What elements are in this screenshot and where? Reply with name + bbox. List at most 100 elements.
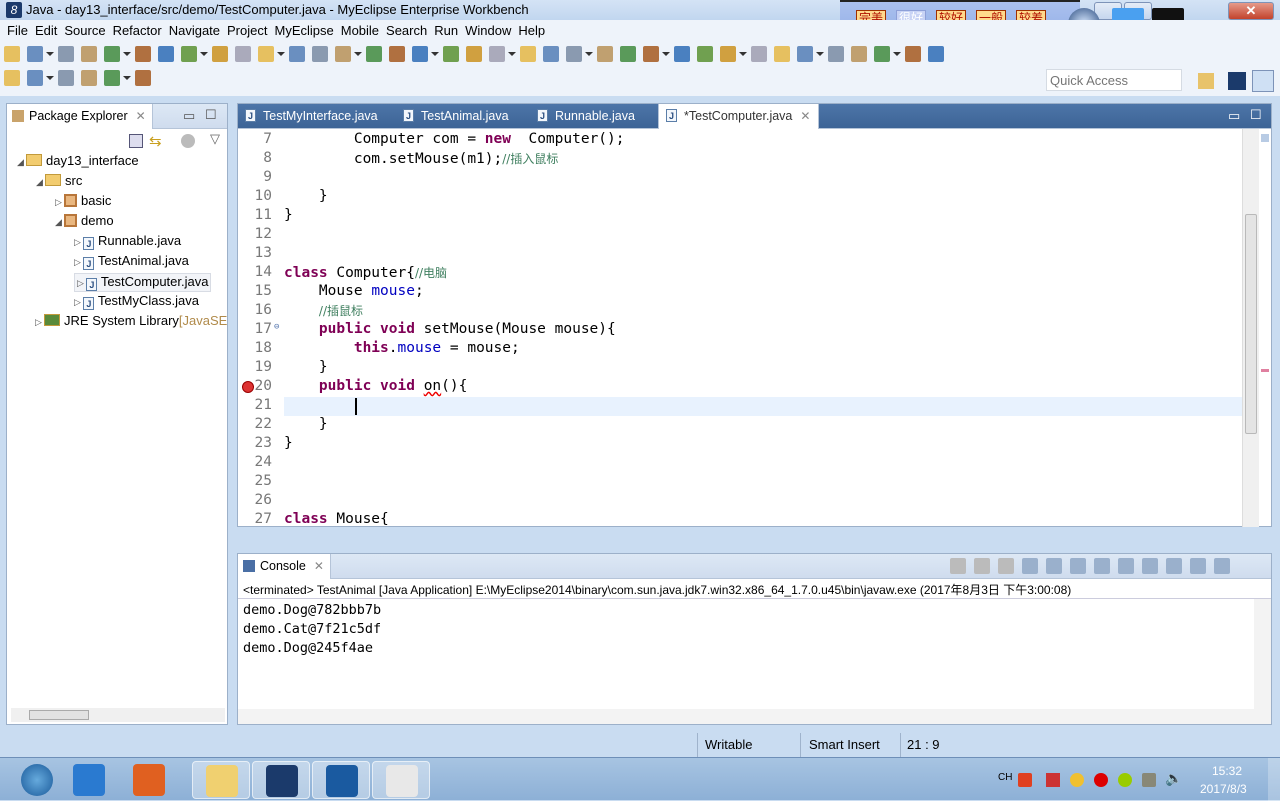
- network-icon[interactable]: [1142, 773, 1156, 787]
- taskbar-internet-explorer[interactable]: [60, 761, 118, 799]
- dropdown-arrow-icon[interactable]: [739, 52, 747, 56]
- java-perspective-icon[interactable]: [1252, 70, 1274, 92]
- back-icon[interactable]: [81, 70, 97, 86]
- history-icon[interactable]: [751, 46, 767, 62]
- forward-icon[interactable]: [905, 46, 921, 62]
- dropdown-arrow-icon[interactable]: [354, 52, 362, 56]
- dropdown-arrow-icon[interactable]: [816, 52, 824, 56]
- new-web-project-icon[interactable]: [135, 46, 151, 62]
- editor-tab[interactable]: J TestMyInterface.java: [238, 104, 386, 129]
- mobile-debug-icon[interactable]: [181, 46, 197, 62]
- maximize-editor-icon[interactable]: ☐: [1250, 107, 1262, 123]
- collapsed-arrow-icon[interactable]: ▷: [35, 317, 44, 327]
- close-tab-icon[interactable]: ✕: [800, 109, 810, 123]
- collapsed-arrow-icon[interactable]: ▷: [55, 197, 64, 207]
- deploy-icon[interactable]: [258, 46, 274, 62]
- forward-icon[interactable]: [104, 70, 120, 86]
- menu-edit[interactable]: Edit: [35, 20, 57, 38]
- tree-item-java[interactable]: ▷ J TestComputer.java: [74, 273, 212, 292]
- block-icon[interactable]: [828, 46, 844, 62]
- menu-run[interactable]: Run: [434, 20, 458, 38]
- dropdown-arrow-icon[interactable]: [585, 52, 593, 56]
- maximize-view-icon[interactable]: [135, 70, 151, 86]
- debug-icon[interactable]: [520, 46, 536, 62]
- show-on-stderr-icon[interactable]: [1094, 558, 1110, 574]
- clock-date[interactable]: 2017/8/3: [1200, 782, 1247, 796]
- db-connect-icon[interactable]: [412, 46, 428, 62]
- menu-project[interactable]: Project: [227, 20, 267, 38]
- collapsed-arrow-icon[interactable]: ▷: [74, 237, 83, 247]
- expanded-arrow-icon[interactable]: ◢: [36, 177, 45, 187]
- tree-item-java[interactable]: ▷ J TestAnimal.java: [74, 253, 189, 270]
- back-icon[interactable]: [874, 46, 890, 62]
- minimize-view-icon[interactable]: [1190, 558, 1206, 574]
- horizontal-scrollbar[interactable]: [11, 708, 225, 722]
- security-icon[interactable]: [1118, 773, 1132, 787]
- menu-source[interactable]: Source: [64, 20, 105, 38]
- open-type-icon[interactable]: [720, 46, 736, 62]
- myeclipse-perspective-icon[interactable]: [1228, 72, 1246, 90]
- collapsed-arrow-icon[interactable]: ▷: [74, 297, 83, 307]
- new-icon[interactable]: [4, 46, 20, 62]
- last-edit-icon[interactable]: [58, 70, 74, 86]
- save-icon[interactable]: [58, 46, 74, 62]
- scrollbar-thumb[interactable]: [29, 710, 89, 720]
- tree-item-java[interactable]: ▷ J TestMyClass.java: [74, 293, 199, 310]
- console-vertical-scrollbar[interactable]: [1254, 599, 1271, 709]
- display-console-icon[interactable]: [1142, 558, 1158, 574]
- menu-window[interactable]: Window: [465, 20, 511, 38]
- console-output[interactable]: demo.Dog@782bbb7b demo.Cat@7f21c5df demo.D…: [238, 598, 1253, 708]
- editor-vertical-scrollbar[interactable]: [1242, 129, 1259, 527]
- word-wrap-icon[interactable]: [1046, 558, 1062, 574]
- open-folder-icon[interactable]: [643, 46, 659, 62]
- show-desktop-button[interactable]: [1268, 758, 1280, 801]
- fold-toggle-icon[interactable]: ⊖: [274, 322, 279, 332]
- remove-launch-icon[interactable]: [974, 558, 990, 574]
- dropdown-arrow-icon[interactable]: [46, 52, 54, 56]
- overview-error-marker[interactable]: [1261, 369, 1269, 372]
- volume-icon[interactable]: 🔈: [1165, 770, 1182, 787]
- collapsed-arrow-icon[interactable]: ▷: [74, 257, 83, 267]
- tab-console[interactable]: Console ✕: [238, 554, 331, 579]
- taskbar-file-explorer[interactable]: [192, 761, 250, 799]
- tray-app-icon[interactable]: [1046, 773, 1060, 787]
- show-on-stdout-icon[interactable]: [1070, 558, 1086, 574]
- pen-icon[interactable]: [674, 46, 690, 62]
- gear-icon[interactable]: [466, 46, 482, 62]
- editor-tab[interactable]: J TestAnimal.java: [396, 104, 517, 129]
- terminate-icon[interactable]: [950, 558, 966, 574]
- run-icon[interactable]: [543, 46, 559, 62]
- next-annotation-icon[interactable]: [4, 70, 20, 86]
- tree-item-package[interactable]: ◢ demo: [55, 213, 114, 228]
- menu-myeclipse[interactable]: MyEclipse: [274, 20, 333, 38]
- menu-search[interactable]: Search: [386, 20, 427, 38]
- taskbar-mp-player[interactable]: [312, 761, 370, 799]
- web-service-icon[interactable]: [235, 46, 251, 62]
- dropdown-arrow-icon[interactable]: [46, 76, 54, 80]
- db-icon[interactable]: [389, 46, 405, 62]
- expanded-arrow-icon[interactable]: ◢: [17, 157, 26, 167]
- save-all-icon[interactable]: [81, 46, 97, 62]
- build-icon[interactable]: [212, 46, 228, 62]
- menu-mobile[interactable]: Mobile: [341, 20, 379, 38]
- report-icon[interactable]: [443, 46, 459, 62]
- dropdown-arrow-icon[interactable]: [123, 52, 131, 56]
- quick-access-input[interactable]: [1046, 69, 1182, 91]
- open-project-icon[interactable]: [697, 46, 713, 62]
- tree-item-java[interactable]: ▷ J Runnable.java: [74, 233, 181, 250]
- tree-item-folder[interactable]: ◢ src: [36, 173, 82, 188]
- taskbar-pdf-reader[interactable]: [120, 761, 178, 799]
- scrollbar-thumb[interactable]: [1245, 214, 1257, 434]
- server-icon[interactable]: [289, 46, 305, 62]
- browser-icon[interactable]: [366, 46, 382, 62]
- weather-icon[interactable]: [1070, 773, 1084, 787]
- scroll-lock-icon[interactable]: [1022, 558, 1038, 574]
- remove-all-icon[interactable]: [998, 558, 1014, 574]
- editor-tab[interactable]: J Runnable.java: [530, 104, 643, 129]
- open-perspective-icon[interactable]: [1198, 73, 1214, 89]
- refresh-icon[interactable]: [620, 46, 636, 62]
- dropdown-arrow-icon[interactable]: [508, 52, 516, 56]
- run-server-icon[interactable]: [312, 46, 328, 62]
- pin-console-icon[interactable]: [1118, 558, 1134, 574]
- sogou-ime-icon[interactable]: [1018, 773, 1032, 787]
